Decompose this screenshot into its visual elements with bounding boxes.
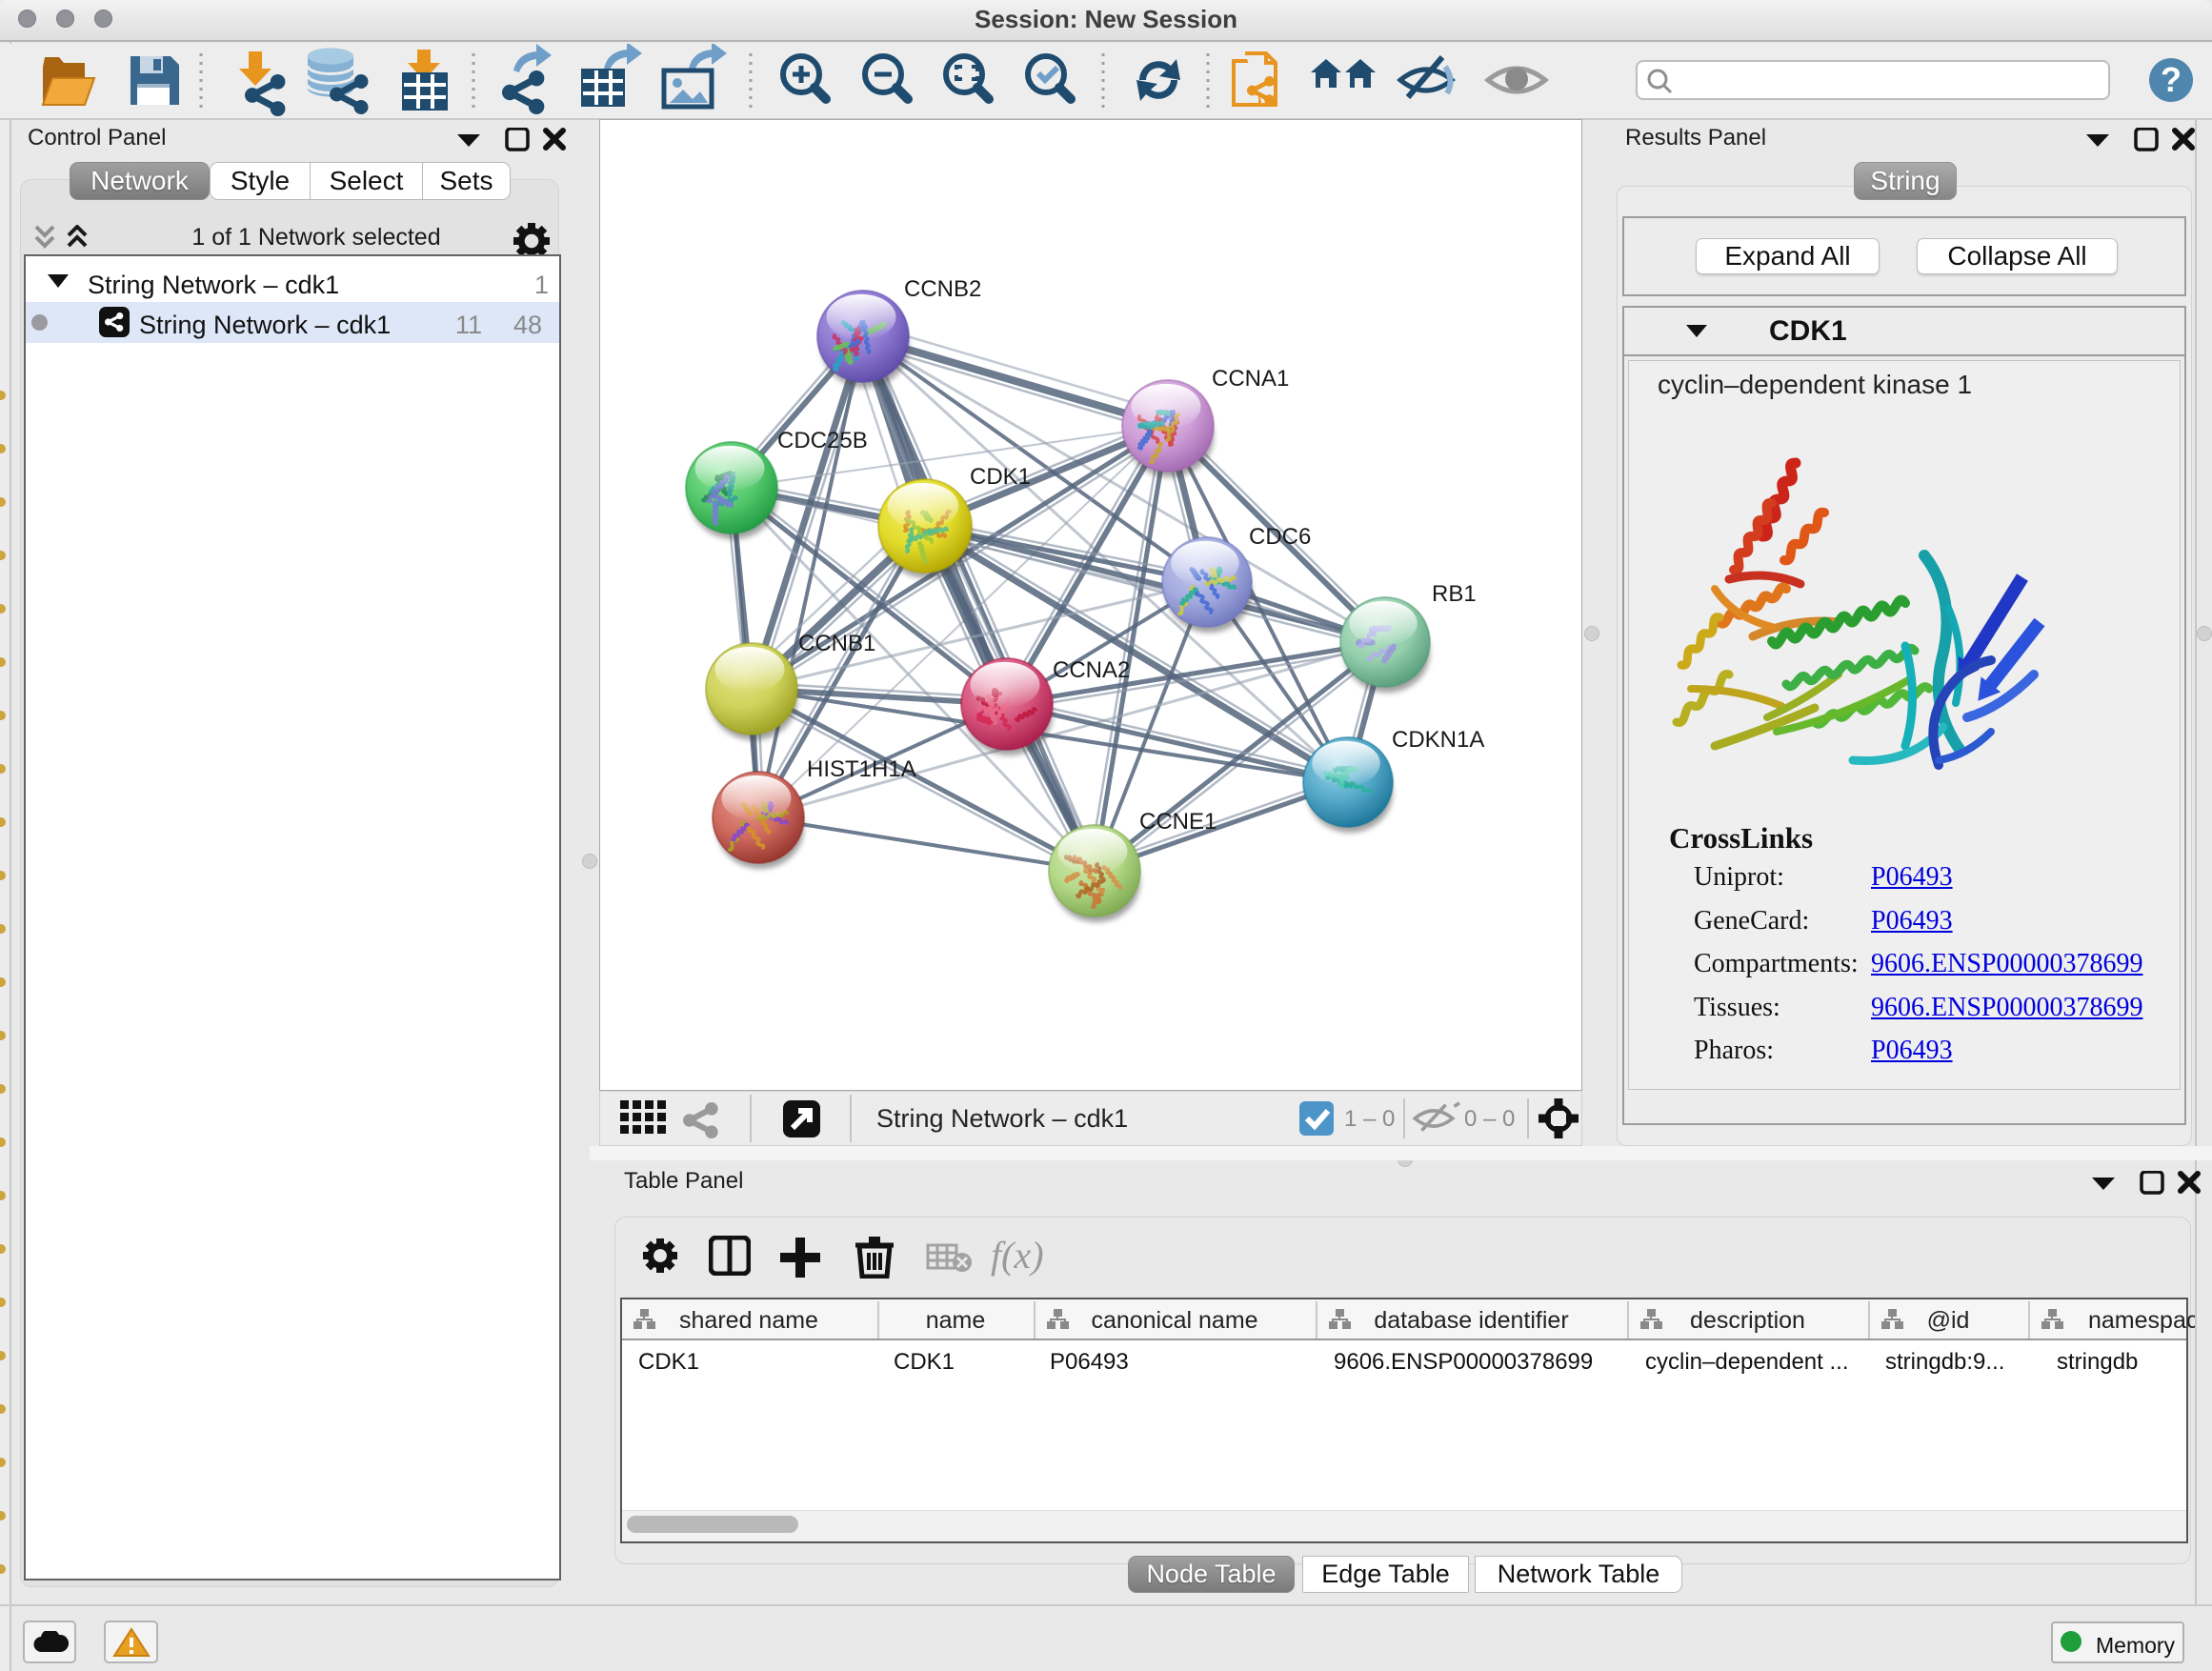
svg-text:String Network – cdk1: String Network – cdk1 [876,1104,1128,1133]
svg-text:CCNA2: CCNA2 [1053,657,1130,683]
svg-text:RB1: RB1 [1432,581,1477,607]
svg-text:CDK1: CDK1 [970,464,1031,490]
svg-text:CDC6: CDC6 [1249,524,1311,550]
svg-text:CCNB2: CCNB2 [904,276,981,302]
svg-text:CDKN1A: CDKN1A [1392,727,1484,753]
svg-text:CCNA1: CCNA1 [1212,366,1289,392]
svg-text:0 – 0: 0 – 0 [1464,1106,1515,1132]
svg-text:1 – 0: 1 – 0 [1344,1106,1395,1132]
svg-text:CCNB1: CCNB1 [798,631,875,656]
svg-text:CCNE1: CCNE1 [1139,809,1217,835]
svg-text:HIST1H1A: HIST1H1A [807,756,916,782]
svg-text:CDC25B: CDC25B [777,428,868,453]
